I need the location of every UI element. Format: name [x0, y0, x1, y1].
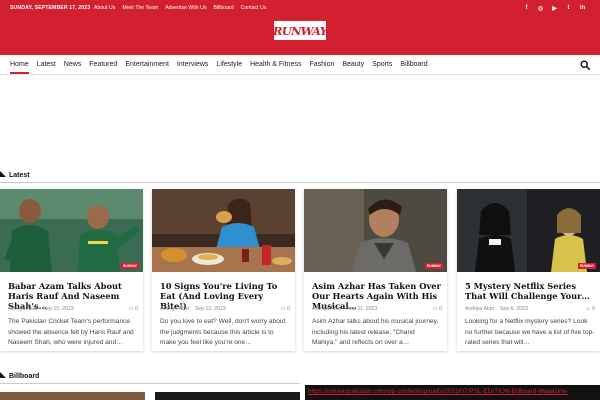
runway-badge: RUNWAY	[121, 263, 139, 269]
main-navigation: Home Latest News Featured Entertainment …	[0, 55, 600, 75]
nav-item-home[interactable]: Home	[10, 55, 29, 75]
article-thumbnail[interactable]: RUNWAY	[304, 189, 447, 272]
top-bar: SUNDAY, SEPTEMBER 17, 2023 About Us Meet…	[0, 0, 600, 18]
article-meta: Arshiya Abid Sep 6, 2023 ▭ 0	[465, 306, 595, 312]
billboard-thumbnail[interactable]	[155, 392, 300, 400]
article-date: Sep 15, 2023	[42, 306, 74, 312]
facebook-icon[interactable]: f	[523, 4, 530, 12]
current-date: SUNDAY, SEPTEMBER 17, 2023	[10, 5, 91, 11]
nav-item-interviews[interactable]: Interviews	[177, 55, 209, 75]
article-excerpt: Asim Azhar talks about his musical journ…	[312, 318, 439, 346]
nav-item-beauty[interactable]: Beauty	[342, 55, 364, 75]
latest-section-header: Latest	[0, 171, 600, 183]
article-card[interactable]: RUNWAY Asim Azhar Has Taken Over Our Hea…	[304, 189, 447, 351]
nav-item-news[interactable]: News	[64, 55, 82, 75]
article-meta: Arshiya Abid Sep 11, 2023 ▭ 0	[312, 306, 442, 312]
article-author[interactable]: Arshiya Abid	[160, 306, 189, 312]
article-thumbnail[interactable]: RUNWAY	[0, 189, 143, 272]
logo-wordmark: RUNWAY	[272, 23, 328, 38]
latest-section-title[interactable]: Latest	[9, 172, 30, 179]
comment-count-value: 0	[439, 306, 442, 312]
instagram-icon[interactable]: ◎	[537, 4, 544, 12]
section-marker	[0, 171, 6, 177]
twitter-icon[interactable]: t	[565, 4, 572, 12]
billboard-section-title[interactable]: Billboard	[9, 373, 39, 380]
comment-count-value: 0	[135, 306, 138, 312]
nav-item-billboard[interactable]: Billboard	[400, 55, 427, 75]
comment-count-value: 0	[287, 306, 290, 312]
article-date: Sep 6, 2023	[499, 306, 528, 312]
billboard-section-header: Billboard	[0, 372, 300, 384]
top-link-advertise[interactable]: Advertise With Us	[165, 5, 206, 11]
article-card[interactable]: RUNWAY 5 Mystery Netflix Series That Wil…	[457, 189, 600, 351]
netflix-series-image	[457, 189, 600, 272]
comment-count[interactable]: ▭ 0	[129, 306, 138, 312]
article-meta: Arshiya Abid Sep 12, 2023 ▭ 0	[160, 306, 290, 312]
nav-item-lifestyle[interactable]: Lifestyle	[216, 55, 242, 75]
article-meta: Arshiya Abid Sep 15, 2023 ▭ 0	[8, 306, 138, 312]
article-card[interactable]: 10 Signs You're Living To Eat (And Lovin…	[152, 189, 295, 351]
man-portrait-image	[304, 189, 447, 272]
search-icon[interactable]	[580, 60, 590, 70]
billboard-thumbnail[interactable]	[0, 392, 145, 400]
billboard-image-link[interactable]: https://runwaypakistan.com/wp-content/up…	[305, 385, 600, 400]
nav-item-fashion[interactable]: Fashion	[309, 55, 334, 75]
top-link-meet-the-team[interactable]: Meet The Team	[122, 5, 158, 11]
woman-eating-burger-image	[152, 189, 295, 272]
article-date: Sep 12, 2023	[194, 306, 226, 312]
cricket-players-image	[0, 189, 143, 272]
article-excerpt: Do you love to eat? Well, don't worry ab…	[160, 318, 286, 346]
social-links: f ◎ ▶ t in	[523, 4, 586, 12]
nav-item-latest[interactable]: Latest	[37, 55, 56, 75]
masthead: RUNWAY	[0, 18, 600, 55]
article-date: Sep 11, 2023	[346, 306, 378, 312]
article-thumbnail[interactable]: RUNWAY	[457, 189, 600, 272]
article-excerpt: Looking for a Netflix mystery series? Lo…	[465, 318, 595, 346]
article-thumbnail[interactable]	[152, 189, 295, 272]
runway-badge: RUNWAY	[425, 263, 443, 269]
article-author[interactable]: Arshiya Abid	[465, 306, 494, 312]
nav-item-entertainment[interactable]: Entertainment	[125, 55, 169, 75]
comment-count-value: 0	[592, 306, 595, 312]
top-link-about-us[interactable]: About Us	[94, 5, 115, 11]
nav-item-featured[interactable]: Featured	[89, 55, 117, 75]
comment-count[interactable]: ▭ 0	[433, 306, 442, 312]
article-title[interactable]: 5 Mystery Netflix Series That Will Chall…	[465, 281, 595, 301]
youtube-icon[interactable]: ▶	[551, 4, 558, 12]
comment-count[interactable]: ▭ 0	[586, 306, 595, 312]
top-link-billboard[interactable]: Billboard	[213, 5, 233, 11]
top-link-contact-us[interactable]: Contact Us	[241, 5, 267, 11]
nav-item-sports[interactable]: Sports	[372, 55, 392, 75]
linkedin-icon[interactable]: in	[579, 4, 586, 12]
runway-badge: RUNWAY	[578, 263, 596, 269]
article-card[interactable]: RUNWAY Babar Azam Talks About Haris Rauf…	[0, 189, 143, 351]
nav-item-health-fitness[interactable]: Health & Fitness	[250, 55, 301, 75]
site-logo[interactable]: RUNWAY	[272, 21, 328, 40]
section-marker	[0, 372, 6, 378]
top-links: About Us Meet The Team Advertise With Us…	[94, 5, 266, 11]
article-excerpt: The Pakistan Cricket Team's performance …	[8, 318, 134, 346]
article-author[interactable]: Arshiya Abid	[8, 306, 37, 312]
comment-count[interactable]: ▭ 0	[281, 306, 290, 312]
article-author[interactable]: Arshiya Abid	[312, 306, 341, 312]
